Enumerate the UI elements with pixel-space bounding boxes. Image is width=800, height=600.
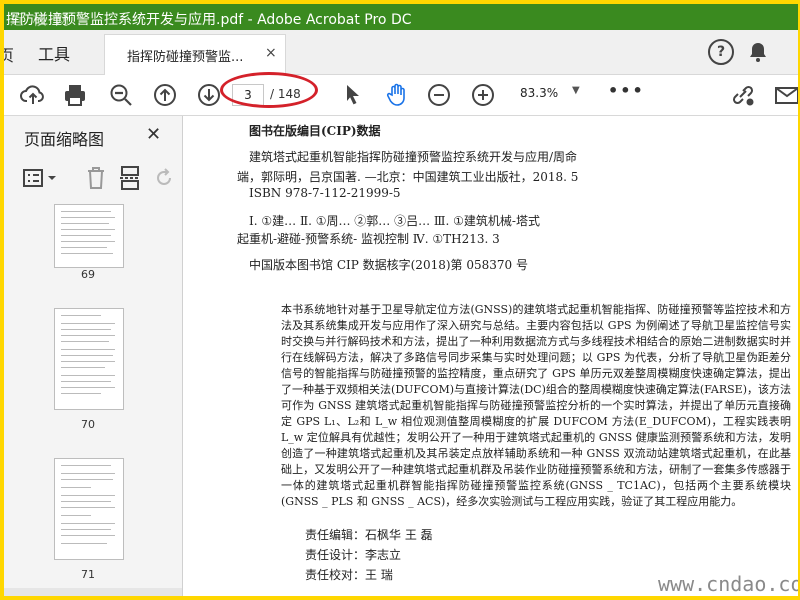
thumbnail-toolbar [18,164,178,194]
help-icon[interactable]: ? [708,39,734,65]
cip-line: 端，郭际明，吕京国著. —北京：中国建筑工业出版社，2018. 5 [237,170,579,184]
zoom-plus-icon[interactable] [470,82,496,108]
zoom-value: 83.3% [520,86,559,100]
zoom-minus-icon[interactable] [426,82,452,108]
cip-heading: 图书在版编目(CIP)数据 [249,124,381,138]
cip-line: 起重机-避碰-预警系统- 监视控制 Ⅳ. ①TH213. 3 [237,232,500,246]
watermark-bottom: www.cndao.com [658,572,798,596]
tab-bar: 页 工具 指挥防碰撞预警监... × ? [4,30,798,75]
thumbnail-label: 70 [81,418,95,431]
zoom-out-search-icon[interactable] [108,82,134,108]
pointer-icon[interactable] [340,82,366,108]
extract-icon[interactable] [118,165,142,191]
rotate-icon[interactable] [152,166,176,190]
title-bar: 挥防碰撞预警监控系统开发与应用.pdf - Adobe Acrobat Pro … [4,4,798,30]
hand-icon[interactable] [384,82,410,108]
cip-line: ISBN 978-7-112-21999-5 [249,186,401,200]
credit-line: 责任设计：李志立 [305,548,402,562]
panel-title: 页面缩略图 [24,130,105,149]
thumbnail-options-icon[interactable] [22,166,62,190]
close-tab-icon[interactable]: × [265,45,277,61]
bell-icon[interactable] [746,40,770,64]
app-window: 挥防碰撞预警监控系统开发与应用.pdf - Adobe Acrobat Pro … [4,4,798,596]
cip-line: Ⅰ. ①建… Ⅱ. ①周… ②郭… ③吕… Ⅲ. ①建筑机械-塔式 [249,214,540,228]
print-icon[interactable] [62,82,88,108]
close-panel-icon[interactable]: ✕ [146,124,161,145]
trash-icon[interactable] [84,165,108,191]
document-view[interactable]: 图书在版编目(CIP)数据 建筑塔式起重机智能指挥防碰撞预警监控系统开发与应用/… [183,116,798,596]
red-annotation-circle [220,72,318,108]
thumbnail-page-70[interactable] [54,308,124,410]
watermark-top: 近 核 网 [10,13,71,29]
credit-line: 责任校对：王 瑞 [305,568,393,582]
zoom-select[interactable]: 83.3% ▼ [514,83,586,105]
thumbnail-page-71[interactable] [54,458,124,560]
more-tools-icon[interactable]: ••• [608,81,645,100]
tab-home-partial[interactable]: 页 [4,30,14,74]
page-thumbnails-panel: 页面缩略图 ✕ 69 70 71 [4,116,183,596]
page-down-icon[interactable] [196,82,222,108]
tab-document-label: 指挥防碰撞预警监... [127,50,244,65]
tab-tools[interactable]: 工具 [28,30,98,74]
tab-document[interactable]: 指挥防碰撞预警监... × [104,34,286,75]
page-up-icon[interactable] [152,82,178,108]
thumbnail-label: 69 [81,268,95,281]
tab-home-label: 页 [4,46,15,65]
chevron-down-icon: ▼ [572,85,580,96]
cloud-upload-icon[interactable] [20,82,46,108]
thumbnail-label: 71 [81,568,95,581]
panel-scroll-edge [4,588,182,596]
cip-line: 中国版本图书馆 CIP 数据核字(2018)第 058370 号 [249,258,528,272]
book-abstract: 本书系统地针对基于卫星导航定位方法(GNSS)的建筑塔式起重机智能指挥、防碰撞预… [281,303,791,508]
pdf-page: 图书在版编目(CIP)数据 建筑塔式起重机智能指挥防碰撞预警监控系统开发与应用/… [203,116,798,596]
credit-line: 责任编辑：石枫华 王 磊 [305,528,433,542]
tab-tools-label: 工具 [38,45,71,64]
thumbnail-page-69[interactable] [54,204,124,268]
main-toolbar: 3 / 148 83.3% ▼ ••• [4,75,798,116]
link-share-icon[interactable] [730,82,756,108]
mail-icon[interactable] [774,82,798,108]
cip-line: 建筑塔式起重机智能指挥防碰撞预警监控系统开发与应用/周命 [249,150,578,164]
